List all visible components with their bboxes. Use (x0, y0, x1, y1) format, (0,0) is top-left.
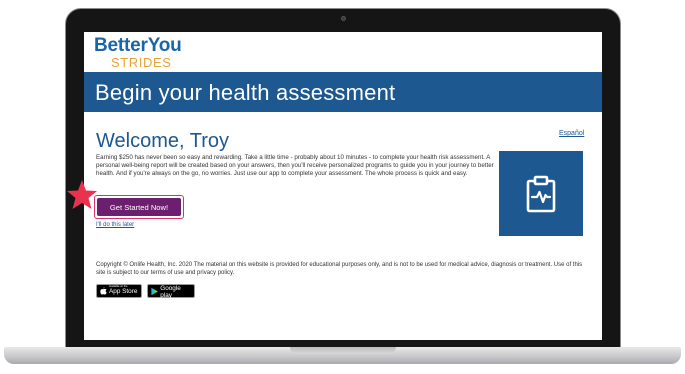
clipboard-heartbeat-icon (526, 175, 556, 212)
welcome-heading: Welcome, Troy (96, 130, 229, 152)
language-link[interactable]: Español (559, 130, 584, 137)
star-icon (67, 180, 97, 209)
google-play-badge[interactable]: ANDROID APP ON Google play (147, 282, 195, 299)
laptop-notch (290, 347, 396, 354)
app-store-badge[interactable]: Available on the App Store (96, 284, 142, 298)
browser-screen: BetterYou STRIDES Begin your health asse… (84, 32, 602, 340)
do-later-link[interactable]: I'll do this later (96, 222, 134, 228)
app-store-text: Available on the App Store (109, 286, 137, 296)
page-title: Begin your health assessment (95, 80, 396, 105)
logo-wordmark: BetterYou (94, 35, 182, 56)
apple-icon (100, 287, 107, 295)
play-triangle-icon (151, 287, 158, 295)
intro-text: Earning $250 has never been so easy and … (96, 154, 494, 178)
logo[interactable]: BetterYou STRIDES (94, 36, 182, 69)
logo-tagline: STRIDES (111, 55, 172, 70)
google-play-text: ANDROID APP ON Google play (160, 282, 191, 299)
title-banner: Begin your health assessment (84, 72, 602, 112)
copyright-text: Copyright © Onlife Health, Inc. 2020 The… (96, 262, 583, 277)
app-store-label: App Store (109, 288, 138, 296)
assessment-tile (499, 151, 583, 236)
google-play-label: Google play (160, 285, 181, 299)
webcam (341, 16, 346, 21)
get-started-button[interactable]: Get Started Now! (97, 198, 181, 216)
